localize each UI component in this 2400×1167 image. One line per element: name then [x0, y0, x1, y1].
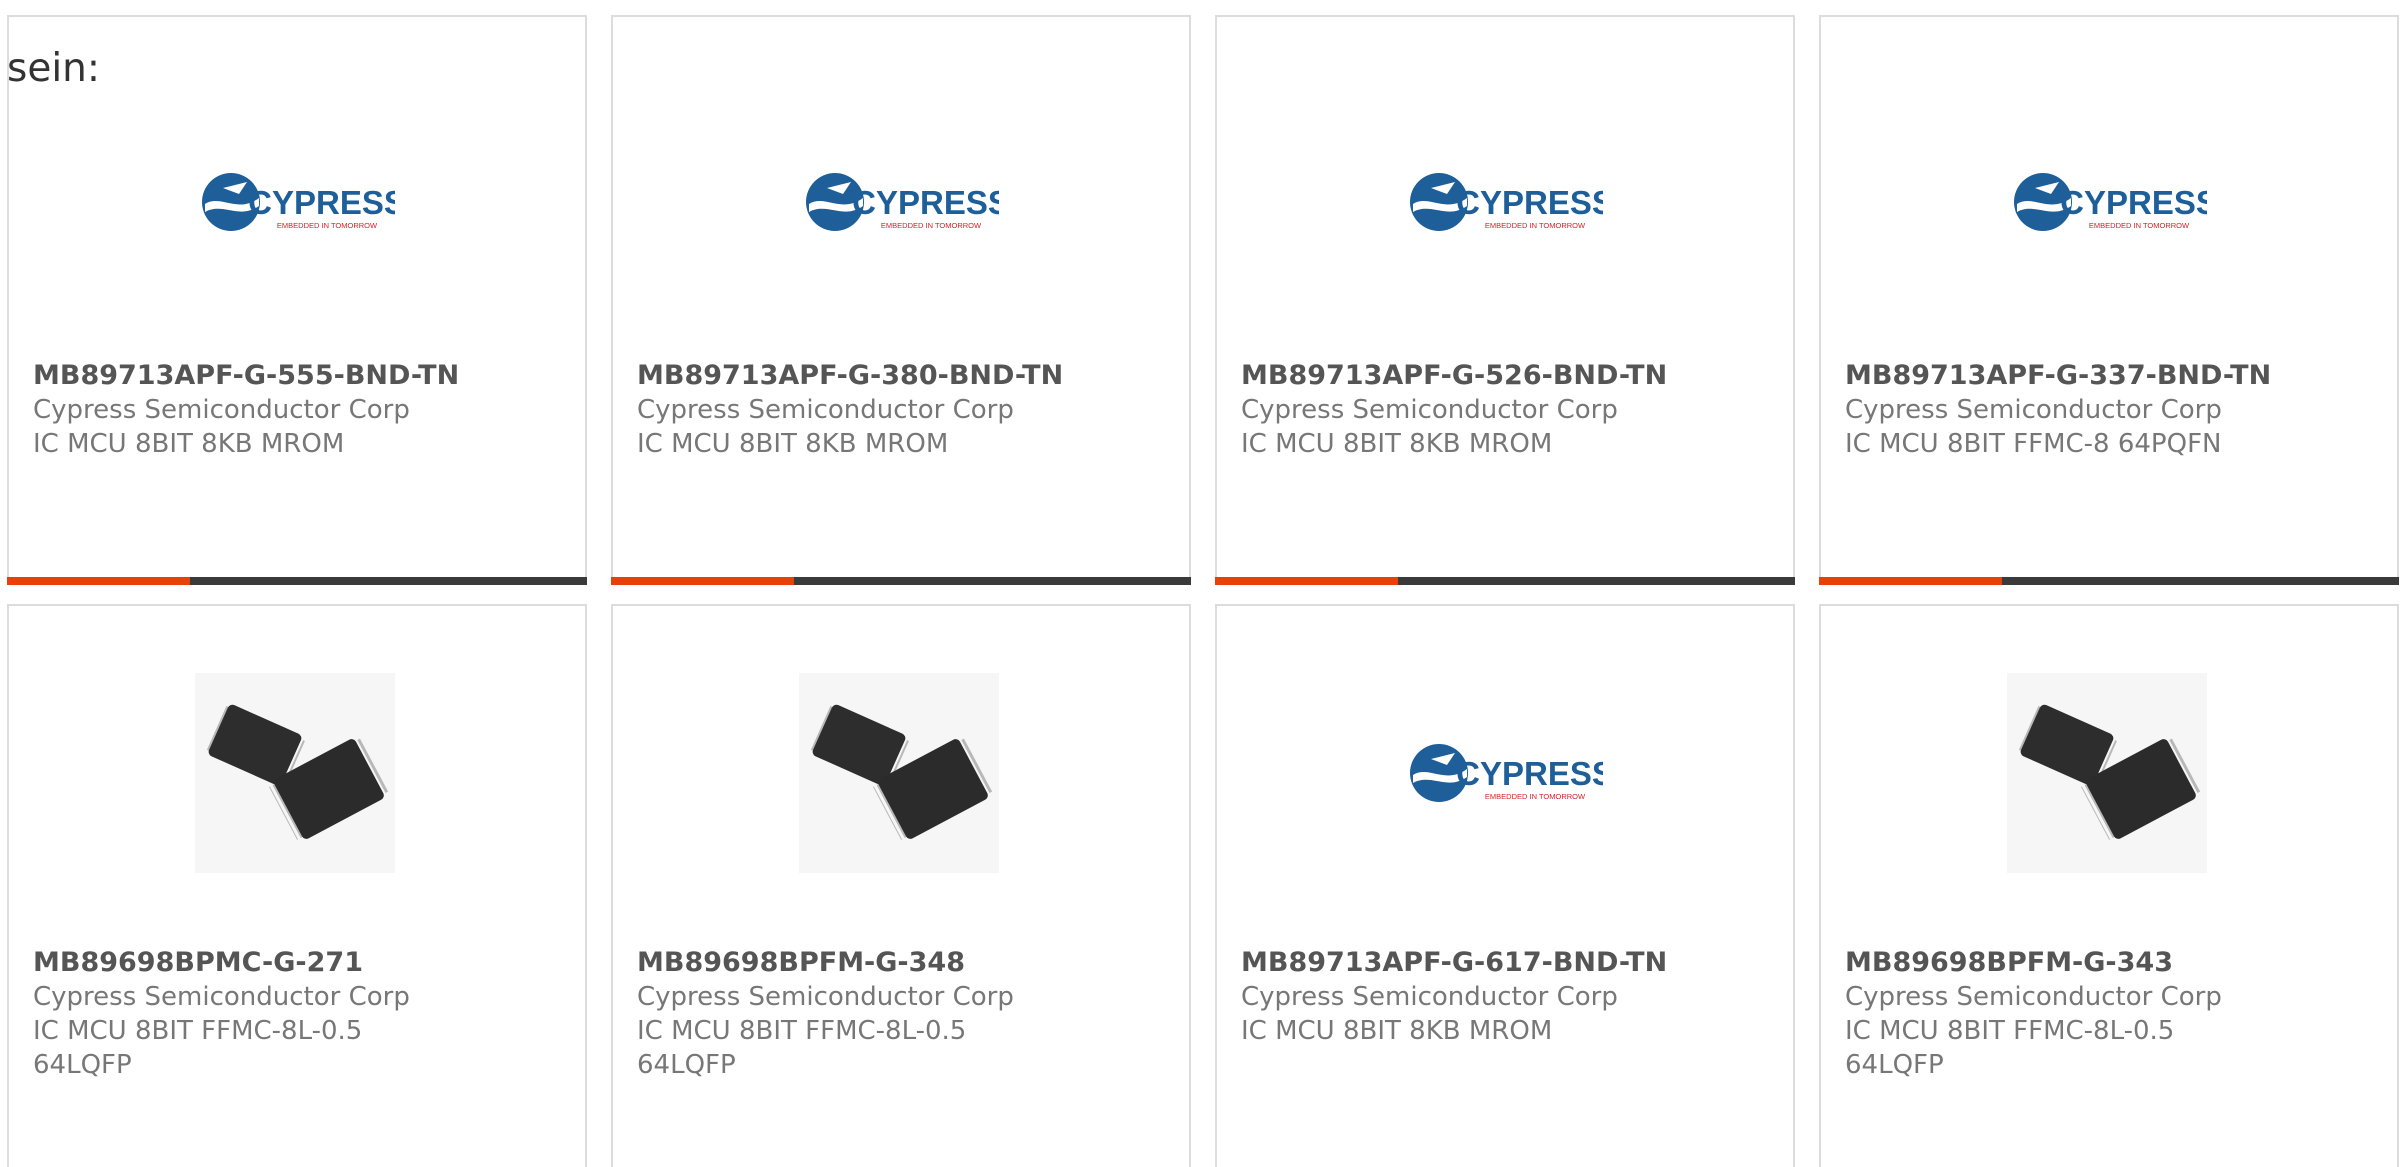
card-accent-bar [611, 577, 794, 585]
part-number-link[interactable]: MB89698BPFM-G-348 [637, 946, 1177, 980]
intro-text: sein: [7, 46, 101, 91]
product-card[interactable]: CYPRESS EMBEDDED IN TOMORROW MB89713APF-… [611, 15, 1191, 585]
card-accent-bar [1215, 577, 1398, 585]
product-card[interactable]: MB89698BPMC-G-271 Cypress Semiconductor … [7, 604, 587, 1167]
card-bottom-bar [7, 577, 587, 585]
svg-text:CYPRESS: CYPRESS [1456, 184, 1603, 221]
svg-text:EMBEDDED IN TOMORROW: EMBEDDED IN TOMORROW [2089, 221, 2190, 230]
manufacturer-name: Cypress Semiconductor Corp [637, 982, 1014, 1012]
part-number-link[interactable]: MB89713APF-G-617-BND-TN [1241, 946, 1781, 980]
part-number-link[interactable]: MB89713APF-G-555-BND-TN [33, 359, 573, 393]
qfp-chip-image[interactable] [2007, 673, 2207, 873]
card-accent-bar [7, 577, 190, 585]
product-description: IC MCU 8BIT 8KB MROM [637, 429, 949, 459]
manufacturer-name: Cypress Semiconductor Corp [1845, 395, 2222, 425]
product-description: IC MCU 8BIT FFMC-8L-0.5 64LQFP [637, 1016, 967, 1080]
product-description: IC MCU 8BIT 8KB MROM [33, 429, 345, 459]
product-description: IC MCU 8BIT FFMC-8L-0.5 64LQFP [1845, 1016, 2175, 1080]
svg-text:EMBEDDED IN TOMORROW: EMBEDDED IN TOMORROW [277, 221, 378, 230]
manufacturer-name: Cypress Semiconductor Corp [637, 395, 1014, 425]
product-card[interactable]: CYPRESS EMBEDDED IN TOMORROW MB89713APF-… [1215, 15, 1795, 585]
product-description: IC MCU 8BIT FFMC-8 64PQFN [1845, 429, 2222, 459]
manufacturer-name: Cypress Semiconductor Corp [1241, 982, 1618, 1012]
cypress-logo-image[interactable]: CYPRESS EMBEDDED IN TOMORROW [195, 102, 406, 302]
svg-text:CYPRESS: CYPRESS [2060, 184, 2207, 221]
part-number-link[interactable]: MB89713APF-G-337-BND-TN [1845, 359, 2385, 393]
part-number-link[interactable]: MB89698BPFM-G-343 [1845, 946, 2385, 980]
manufacturer-name: Cypress Semiconductor Corp [33, 982, 410, 1012]
part-number-link[interactable]: MB89713APF-G-380-BND-TN [637, 359, 1177, 393]
manufacturer-name: Cypress Semiconductor Corp [1241, 395, 1618, 425]
card-bottom-bar [1819, 577, 2399, 585]
product-description: IC MCU 8BIT FFMC-8L-0.5 64LQFP [33, 1016, 363, 1080]
product-card[interactable]: MB89698BPFM-G-343 Cypress Semiconductor … [1819, 604, 2399, 1167]
qfp-chip-image[interactable] [799, 673, 999, 873]
cypress-logo-image[interactable]: CYPRESS EMBEDDED IN TOMORROW [799, 102, 1010, 302]
svg-text:CYPRESS: CYPRESS [852, 184, 999, 221]
svg-text:CYPRESS: CYPRESS [1456, 755, 1603, 792]
part-number-link[interactable]: MB89698BPMC-G-271 [33, 946, 573, 980]
card-bottom-bar [1215, 577, 1795, 585]
card-bottom-bar [611, 577, 1191, 585]
product-card[interactable]: CYPRESS EMBEDDED IN TOMORROW MB89713APF-… [1819, 15, 2399, 585]
product-description: IC MCU 8BIT 8KB MROM [1241, 429, 1553, 459]
qfp-chip-image[interactable] [195, 673, 395, 873]
svg-text:EMBEDDED IN TOMORROW: EMBEDDED IN TOMORROW [1485, 221, 1586, 230]
svg-text:EMBEDDED IN TOMORROW: EMBEDDED IN TOMORROW [881, 221, 982, 230]
part-number-link[interactable]: MB89713APF-G-526-BND-TN [1241, 359, 1781, 393]
cypress-logo-image[interactable]: CYPRESS EMBEDDED IN TOMORROW [2007, 102, 2218, 302]
cypress-logo-image[interactable]: CYPRESS EMBEDDED IN TOMORROW [1403, 673, 1614, 873]
card-accent-bar [1819, 577, 2002, 585]
product-card[interactable]: CYPRESS EMBEDDED IN TOMORROW MB89713APF-… [7, 15, 587, 585]
product-card[interactable]: CYPRESS EMBEDDED IN TOMORROW MB89713APF-… [1215, 604, 1795, 1167]
svg-text:EMBEDDED IN TOMORROW: EMBEDDED IN TOMORROW [1485, 792, 1586, 801]
product-description: IC MCU 8BIT 8KB MROM [1241, 1016, 1553, 1046]
svg-text:CYPRESS: CYPRESS [248, 184, 395, 221]
product-grid-page: sein: CYPRESS EMBEDDED IN TOMORROW MB897… [0, 0, 2400, 1167]
cypress-logo-image[interactable]: CYPRESS EMBEDDED IN TOMORROW [1403, 102, 1614, 302]
manufacturer-name: Cypress Semiconductor Corp [33, 395, 410, 425]
manufacturer-name: Cypress Semiconductor Corp [1845, 982, 2222, 1012]
product-card[interactable]: MB89698BPFM-G-348 Cypress Semiconductor … [611, 604, 1191, 1167]
